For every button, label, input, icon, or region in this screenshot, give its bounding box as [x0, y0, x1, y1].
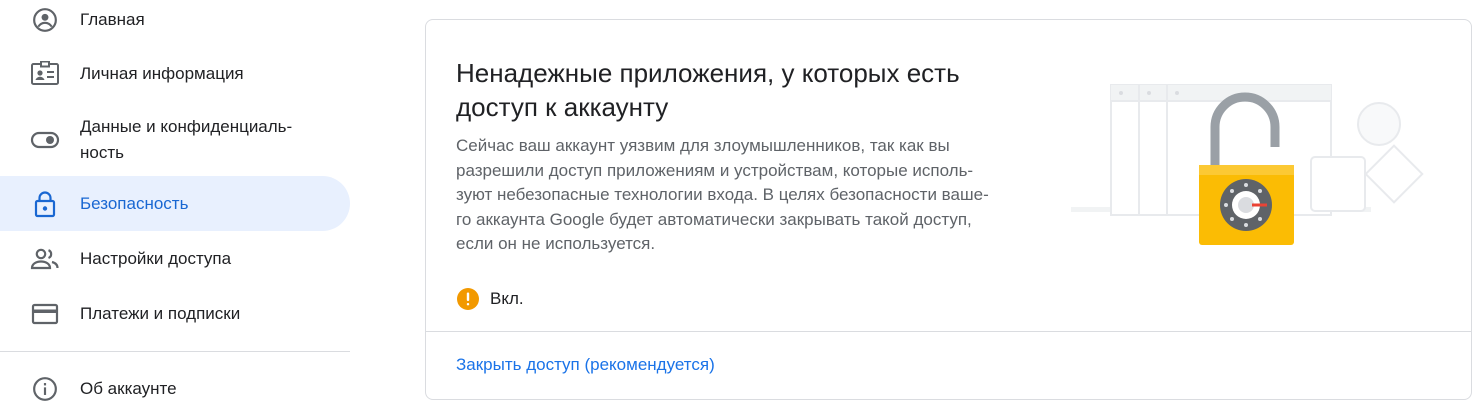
sidebar-item-label: Об аккаунте — [80, 379, 177, 398]
sidebar-item-people-sharing[interactable]: Настройки доступа — [0, 241, 350, 277]
page: Главная Личная информация Данные и конфи… — [0, 0, 1477, 404]
sidebar-item-home[interactable]: Главная — [0, 2, 350, 38]
status-text: Вкл. — [490, 289, 524, 308]
id-card-icon — [30, 59, 60, 89]
less-secure-apps-card: Ненадежные приложения, у которых есть до… — [425, 19, 1472, 400]
sidebar-item-data-privacy[interactable]: Данные и конфиденциаль- ность — [0, 112, 350, 168]
sidebar-item-label: Настройки доступа — [80, 249, 232, 268]
status-row: Вкл. — [456, 287, 524, 311]
unlocked-padlock-illustration — [1071, 75, 1431, 250]
toggle-icon — [30, 125, 60, 155]
sidebar-nav: Главная Личная информация Данные и конфи… — [0, 0, 352, 404]
lock-icon — [30, 189, 60, 219]
sidebar-item-payments[interactable]: Платежи и подписки — [0, 296, 350, 332]
warning-icon — [456, 287, 480, 311]
sidebar-item-personal-info[interactable]: Личная информация — [0, 56, 350, 92]
sidebar-item-label: Главная — [80, 10, 145, 29]
credit-card-icon — [30, 299, 60, 329]
card-divider — [426, 331, 1471, 332]
info-icon — [30, 374, 60, 404]
sidebar-item-security[interactable]: Безопасность — [0, 176, 350, 231]
disable-access-link[interactable]: Закрыть доступ (рекомендуется) — [456, 355, 715, 375]
sidebar-item-label: Данные и конфиденциаль- ность — [80, 117, 293, 162]
card-description: Сейчас ваш аккаунт уязвим для злоумышлен… — [456, 136, 989, 253]
sidebar-divider — [0, 351, 350, 352]
sidebar-item-about[interactable]: Об аккаунте — [0, 371, 350, 404]
people-icon — [30, 244, 60, 274]
account-circle-icon — [30, 5, 60, 35]
card-title: Ненадежные приложения, у которых есть до… — [456, 58, 960, 122]
sidebar-item-label: Безопасность — [80, 193, 189, 213]
sidebar-item-label: Платежи и подписки — [80, 304, 241, 323]
sidebar-item-label: Личная информация — [80, 64, 244, 83]
